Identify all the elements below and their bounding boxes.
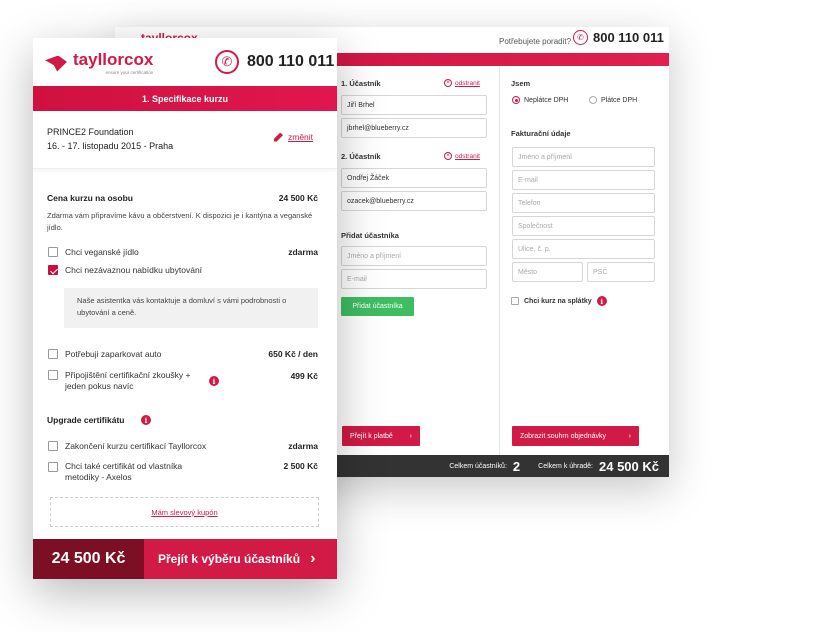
total-price: 24 500 Kč [33, 539, 144, 579]
phone-icon: ✆ [573, 30, 588, 45]
step-title: 1. Specifikace kurzu [33, 86, 337, 111]
cert-tayllorcox-label: Zakončení kurzu certifikací Tayllorcox [65, 441, 207, 451]
course-date: 16. - 17. listopadu 2015 - Praha [47, 141, 174, 151]
billing-name-input[interactable]: Jméno a příjmení [512, 147, 655, 167]
i-am-label: Jsem [511, 79, 531, 88]
participant2-email-input[interactable]: ozacek@blueberry.cz [341, 191, 487, 211]
insurance-value: 499 Kč [290, 371, 318, 381]
billing-street-input[interactable]: Ulice, č. p. [512, 239, 655, 259]
billing-email-input[interactable]: E-mail [512, 170, 655, 190]
billing-zip-input[interactable]: PSČ [587, 262, 655, 282]
billing-column: Jsem Neplátce DPH Plátce DPH Fakturační … [501, 66, 669, 455]
radio-non-vat[interactable]: Neplátce DPH [512, 96, 568, 104]
new-participant-email-input[interactable]: E-mail [341, 269, 487, 289]
total-pay: 24 500 Kč [599, 458, 659, 474]
participant1-name-input[interactable]: Jiří Brhel [341, 95, 487, 115]
total-participants-label: Celkem účastníků: [449, 462, 507, 470]
cert-axelos-checkbox[interactable] [48, 462, 58, 472]
cert-axelos-value: 2 500 Kč [283, 461, 319, 471]
radio-vat[interactable]: Plátce DPH [589, 96, 637, 104]
price-note: Zdarma vám připravíme kávu a občerstvení… [47, 211, 313, 232]
chevron-right-icon: › [409, 432, 412, 440]
billing-company-input[interactable]: Společnost [512, 216, 655, 236]
info-icon[interactable]: i [141, 415, 151, 425]
participant2-name-input[interactable]: Ondřej Žáček [341, 168, 487, 188]
summary-button[interactable]: Zobrazit souhrn objednávky › [512, 426, 639, 446]
price-row: Cena kurzu na osobu 24 500 Kč [47, 193, 318, 203]
vegan-label: Chci veganské jídlo [65, 247, 139, 257]
course-name: PRINCE2 Foundation [47, 127, 134, 137]
vegan-checkbox[interactable] [48, 247, 58, 257]
front-footer: 24 500 Kč Přejít k výběru účastníků › [33, 539, 337, 579]
back-phone-number: 800 110 011 [593, 30, 664, 45]
add-participant-label: Přidat účastníka [341, 231, 399, 240]
accommodation-note: Naše asistentka vás kontaktuje a domluví… [64, 288, 318, 328]
phone-icon: ✆ [215, 50, 239, 74]
pencil-icon [274, 132, 283, 142]
participant1-label: 1. Účastník [341, 79, 381, 88]
course-spec-panel: tayllorcox ensure your certification ✆ 8… [33, 38, 337, 579]
logo-mark-icon [45, 55, 67, 72]
cert-axelos-label: Chci také certifikát od vlastníka metodi… [65, 461, 183, 482]
logo-tagline: ensure your certification [105, 70, 154, 75]
to-payment-button[interactable]: Přejít k platbě › [342, 426, 420, 446]
total-pay-label: Celkem k úhradě: [538, 462, 593, 470]
logo[interactable]: tayllorcox ensure your certification [45, 50, 154, 75]
totals-bar: Celkem účastníků: 2 Celkem k úhradě: 24 … [337, 455, 669, 477]
continue-button[interactable]: Přejít k výběru účastníků › [144, 539, 337, 579]
cert-tayllorcox-value: zdarma [288, 441, 318, 451]
billing-phone-input[interactable]: Telefon [512, 193, 655, 213]
close-circle-icon: × [444, 152, 452, 160]
participants-column: 1. Účastník × odstranit Jiří Brhel jbrhel… [337, 66, 500, 455]
total-participants: 2 [512, 458, 521, 474]
chevron-right-icon: › [628, 432, 631, 440]
parking-label: Potřebuji zaparkovat auto [65, 349, 162, 359]
participant2-label: 2. Účastník [341, 152, 381, 161]
installments-checkbox[interactable]: Chci kurz na splátky i [511, 296, 607, 306]
close-circle-icon: × [444, 79, 452, 87]
participant1-email-input[interactable]: jbrhel@blueberry.cz [341, 118, 487, 138]
phone-number: 800 110 011 [247, 53, 335, 70]
course-summary: PRINCE2 Foundation 16. - 17. listopadu 2… [33, 111, 337, 169]
front-header: tayllorcox ensure your certification ✆ 8… [33, 38, 337, 86]
accommodation-label: Chci nezávaznou nabídku ubytování [65, 265, 203, 275]
parking-value: 650 Kč / den [268, 349, 318, 359]
cert-tayllorcox-checkbox[interactable] [48, 441, 58, 451]
insurance-label: Připojištění certifikační zkoušky + jede… [65, 370, 191, 391]
accommodation-checkbox[interactable] [48, 265, 58, 275]
logo-text: tayllorcox [73, 50, 154, 69]
coupon-link[interactable]: Mám slevový kupón [50, 497, 319, 527]
insurance-checkbox[interactable] [48, 370, 58, 380]
participant2-remove[interactable]: × odstranit [444, 152, 480, 160]
info-icon[interactable]: i [209, 376, 219, 386]
add-participant-button[interactable]: Přidat účastníka [341, 297, 414, 316]
upgrade-label: Upgrade certifikátu [47, 415, 125, 425]
new-participant-name-input[interactable]: Jméno a příjmení [341, 246, 487, 266]
billing-label: Fakturační údaje [511, 129, 571, 138]
participant1-remove[interactable]: × odstranit [444, 79, 480, 87]
change-course-link[interactable]: změnit [274, 132, 313, 142]
info-icon[interactable]: i [596, 296, 607, 306]
billing-city-input[interactable]: Město [512, 262, 583, 282]
vegan-value: zdarma [288, 247, 318, 257]
phone-contact[interactable]: ✆ 800 110 011 [215, 50, 334, 74]
chevron-right-icon: › [310, 550, 316, 567]
back-phone[interactable]: ✆ 800 110 011 [573, 30, 664, 45]
price-value: 24 500 Kč [278, 193, 318, 203]
price-label: Cena kurzu na osobu [47, 193, 133, 203]
help-text: Potřebujete poradit? [499, 37, 572, 46]
parking-checkbox[interactable] [48, 349, 58, 359]
